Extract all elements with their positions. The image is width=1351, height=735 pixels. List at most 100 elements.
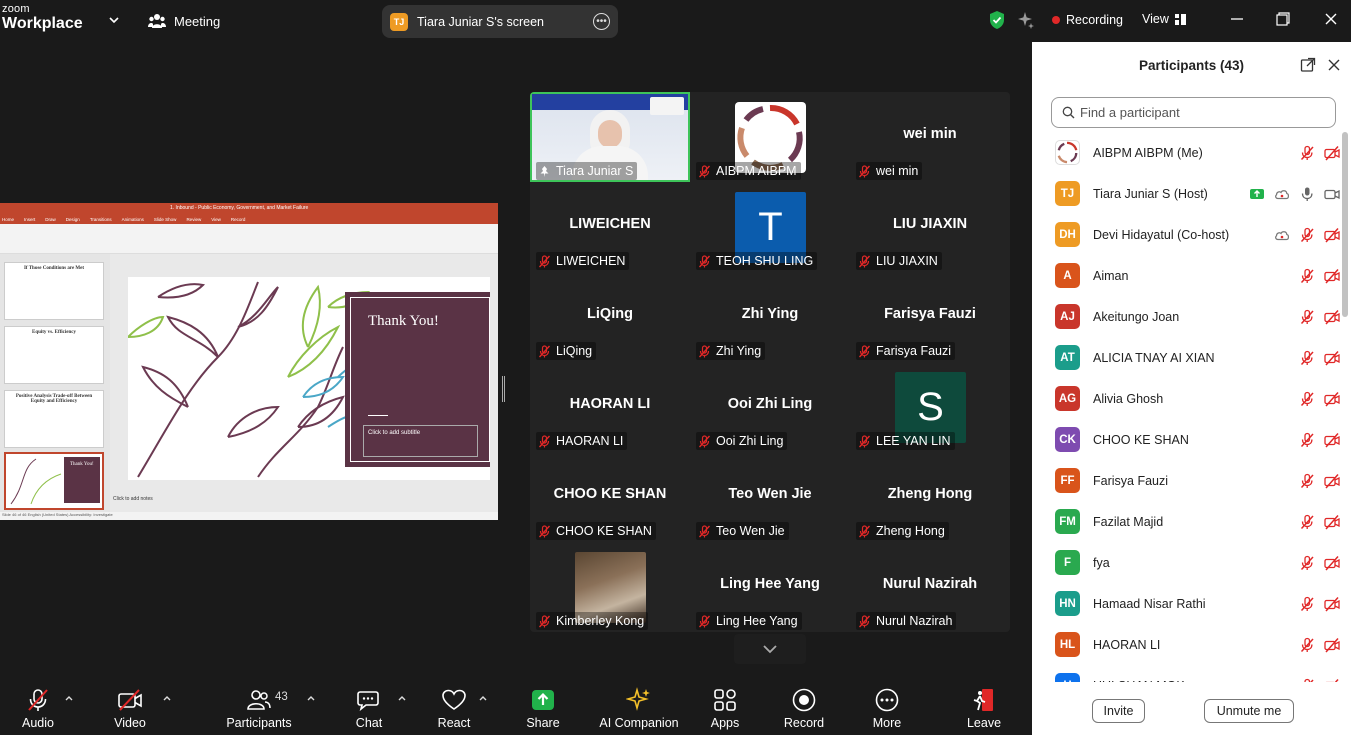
chevron-up-icon[interactable] [478, 693, 488, 703]
tile-name-label: LiQing [536, 342, 597, 360]
scrollbar-thumb[interactable] [1342, 132, 1348, 317]
participant-row[interactable]: FF Farisya Fauzi [1032, 460, 1340, 501]
apps-button[interactable]: Apps [704, 677, 746, 735]
participant-status-icons [1299, 432, 1340, 448]
video-button[interactable]: Video [108, 677, 152, 735]
thumb-title: Positive Analysis Trade-off Between Equi… [15, 394, 93, 404]
mic-muted-icon [858, 254, 871, 267]
audio-button[interactable]: Audio [16, 677, 60, 735]
unmute-me-button[interactable]: Unmute me [1204, 699, 1294, 723]
participant-row[interactable]: Ffya [1032, 542, 1340, 583]
tile-name-label: HAORAN LI [536, 432, 628, 450]
participant-name: ALICIA TNAY AI XIAN [1093, 350, 1215, 365]
participant-status-icons [1299, 678, 1340, 682]
participant-tile[interactable]: Farisya Fauzi Farisya Fauzi [850, 272, 1010, 362]
participant-name: Fazilat Majid [1093, 514, 1164, 529]
participant-tile[interactable]: LIWEICHEN LIWEICHEN [530, 182, 690, 272]
participant-avatar [1055, 140, 1080, 165]
participant-search[interactable] [1051, 97, 1336, 128]
pp-tab: View [211, 217, 221, 222]
participant-tile[interactable]: Nurul Nazirah Nurul Nazirah [850, 542, 1010, 632]
recording-dot-icon [1052, 16, 1060, 24]
view-button[interactable]: View [1142, 12, 1186, 26]
chevron-up-icon[interactable] [306, 693, 316, 703]
share-button[interactable]: Share [522, 677, 564, 735]
participant-tile[interactable]: AIBPM AIBPM [690, 92, 850, 182]
participant-tile[interactable]: Ling Hee Yang Ling Hee Yang [690, 542, 850, 632]
chevron-up-icon[interactable] [397, 693, 407, 703]
participant-row[interactable]: AT ALICIA TNAY AI XIAN [1032, 337, 1340, 378]
participant-name: Alivia Ghosh [1093, 391, 1164, 406]
tile-display-name: CHOO KE SHAN [553, 486, 667, 502]
participant-row[interactable]: A Aiman [1032, 255, 1340, 296]
participant-list-scrollbar[interactable] [1341, 132, 1349, 682]
tile-label-text: Zhi Ying [716, 344, 762, 358]
maximize-icon[interactable] [1274, 10, 1292, 28]
mic-muted-icon [1304, 678, 1314, 682]
participant-row[interactable]: H HUI SHAN MOK [1032, 665, 1340, 682]
chat-button[interactable]: Chat [348, 677, 390, 735]
tile-name-label: CHOO KE SHAN [536, 522, 656, 540]
shared-screen-view[interactable]: 1. Inbound - Public Economy, Government,… [0, 203, 498, 520]
participant-tile[interactable]: Kimberley Kong [530, 542, 690, 632]
participant-tile[interactable]: CHOO KE SHAN CHOO KE SHAN [530, 452, 690, 542]
search-input[interactable] [1080, 105, 1320, 120]
chevron-down-icon[interactable] [108, 14, 120, 26]
more-button[interactable]: More [866, 677, 908, 735]
participant-name: Farisya Fauzi [1093, 473, 1169, 488]
participant-tile[interactable]: Zhi Ying Zhi Ying [690, 272, 850, 362]
participant-tile[interactable]: LIU JIAXIN LIU JIAXIN [850, 182, 1010, 272]
chevron-up-icon[interactable] [162, 693, 172, 703]
invite-button[interactable]: Invite [1092, 699, 1145, 723]
gallery-next-page-button[interactable] [734, 634, 806, 664]
participant-tile[interactable]: Teo Wen Jie Teo Wen Jie [690, 452, 850, 542]
participant-status-icons [1299, 473, 1340, 489]
shared-screen-indicator[interactable]: TJ Tiara Juniar S's screen ••• [382, 5, 618, 38]
react-label: React [437, 716, 471, 730]
tile-name-label: Ling Hee Yang [696, 612, 802, 630]
react-button[interactable]: React [433, 677, 475, 735]
minimize-icon[interactable] [1228, 10, 1246, 28]
tile-label-text: Nurul Nazirah [876, 614, 953, 628]
participant-row[interactable]: FM Fazilat Majid [1032, 501, 1340, 542]
powerpoint-ribbon [0, 224, 498, 254]
pop-out-icon[interactable] [1300, 57, 1316, 73]
participant-row[interactable]: AJ Akeitungo Joan [1032, 296, 1340, 337]
participant-name: CHOO KE SHAN [1093, 432, 1189, 447]
meeting-toolbar: Audio Video Participants 43 Chat React S… [0, 677, 1032, 735]
participant-row[interactable]: TJ Tiara Juniar S (Host) [1032, 173, 1340, 214]
record-icon [792, 688, 816, 712]
pp-tab: Insert [24, 217, 36, 222]
record-button[interactable]: Record [780, 677, 828, 735]
participant-tile[interactable]: S LEE YAN LIN [850, 362, 1010, 452]
recording-indicator[interactable]: Recording [1052, 13, 1123, 27]
participant-tile[interactable]: Tiara Juniar S [530, 92, 690, 182]
participant-tile[interactable]: wei min wei min [850, 92, 1010, 182]
participant-tile[interactable]: HAORAN LI HAORAN LI [530, 362, 690, 452]
participant-row[interactable]: HN Hamaad Nisar Rathi [1032, 583, 1340, 624]
leave-button[interactable]: Leave [963, 677, 1005, 735]
participant-name: Hamaad Nisar Rathi [1093, 596, 1206, 611]
participant-row[interactable]: AG Alivia Ghosh [1032, 378, 1340, 419]
tile-name-label: Farisya Fauzi [856, 342, 956, 360]
close-window-icon[interactable] [1322, 10, 1340, 28]
participant-row[interactable]: CK CHOO KE SHAN [1032, 419, 1340, 460]
ai-sparkle-icon[interactable] [1017, 11, 1035, 29]
security-shield-icon[interactable] [988, 10, 1006, 30]
mic-muted-icon [1300, 268, 1314, 283]
split-view-handle[interactable] [502, 376, 505, 402]
top-bar: zoom Workplace Meeting TJ Tiara Juniar S… [0, 0, 1351, 42]
participants-button[interactable]: Participants [224, 677, 294, 735]
meeting-info-button[interactable]: Meeting [148, 10, 220, 32]
participant-tile[interactable]: T TEOH SHU LING [690, 182, 850, 272]
chevron-up-icon[interactable] [64, 693, 74, 703]
ai-companion-button[interactable]: AI Companion [597, 677, 681, 735]
participant-tile[interactable]: Zheng Hong Zheng Hong [850, 452, 1010, 542]
participant-tile[interactable]: Ooi Zhi Ling Ooi Zhi Ling [690, 362, 850, 452]
participant-tile[interactable]: LiQing LiQing [530, 272, 690, 362]
participant-row[interactable]: DH Devi Hidayatul (Co-host) [1032, 214, 1340, 255]
participant-row[interactable]: AIBPM AIBPM (Me) [1032, 132, 1340, 173]
participant-row[interactable]: HL HAORAN LI [1032, 624, 1340, 665]
more-options-icon[interactable]: ••• [593, 13, 610, 30]
close-icon[interactable] [1326, 57, 1342, 73]
